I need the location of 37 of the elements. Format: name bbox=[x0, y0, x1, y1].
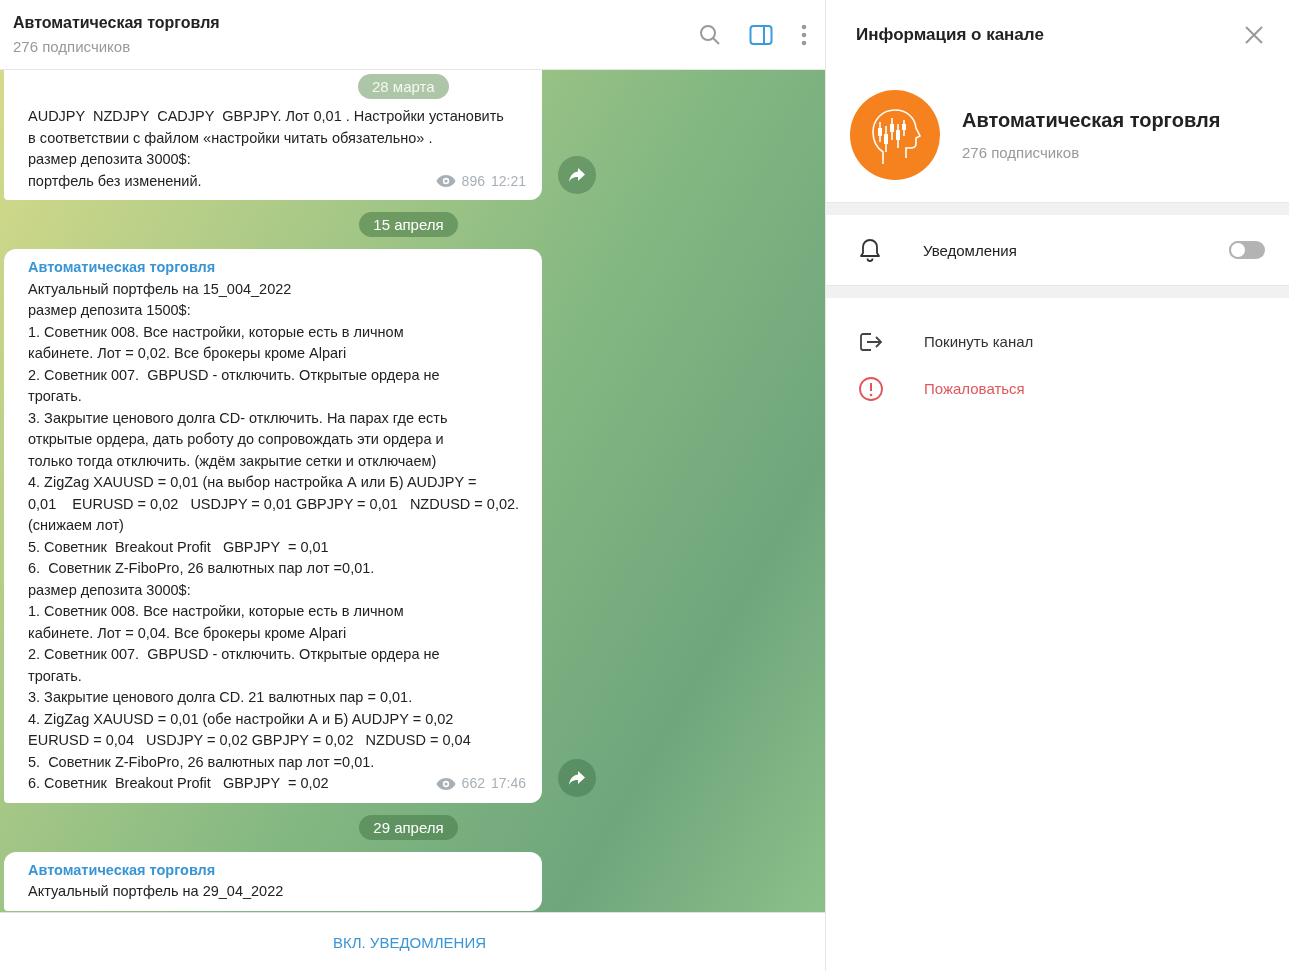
message-text: AUDJPY NZDJPY CADJPY GBPJPY. Лот 0,01 . Настройки установить в соответствии с файлом «настройки читать обязательно» . размер депозита 3000$: bbox=[28, 107, 505, 169]
eye-icon bbox=[435, 776, 456, 791]
sidebar-panel-icon bbox=[749, 23, 773, 46]
forward-arrow-icon bbox=[568, 167, 586, 183]
message-author[interactable]: Автоматическая торговля bbox=[28, 257, 526, 279]
date-pill: 29 апреля bbox=[359, 814, 458, 840]
notifications-toggle[interactable] bbox=[1229, 241, 1265, 259]
enable-notifications-button[interactable]: ВКЛ. УВЕДОМЛЕНИЯ bbox=[322, 927, 497, 957]
warning-icon bbox=[858, 375, 884, 402]
view-count: 662 bbox=[461, 774, 485, 793]
eye-icon bbox=[435, 174, 456, 189]
leave-channel-button[interactable]: Покинуть канал bbox=[826, 318, 1289, 365]
channel-title: Автоматическая торговля bbox=[13, 14, 221, 32]
message-text: Актуальный портфель на 15_004_2022 размер депозита 1500$: 1. Советник 008. Все настройки, которые есть в личном кабинете. Лот = 0,02. Все брокеры кроме Alpari 2. Советник 007. GBPUSD - отключить. Открытые ордера не трогать. 3. Закрытие ценового долга CD- отключить. На парах где есть открытые ордера, дать роботу до сопровождать эти ордера и только тогда отключить. (ждём закрытие сетки и отключаем) 4. ZigZag XAUUSD = 0,01 (на выбор настройка А или Б) AUDJPY = 0,01 EURUSD = 0,02 USDJPY = 0,01 GBPJPY = 0,01 NZDUSD = 0,02. (снижаем лот) 5. Советник Breakout Profit GBPJPY = 0,01 6. Советник Z-FiboPro, 26 валютных пар лот =0,01. размер депозита 3000$: 1. Советник 008. Все настройки, которые есть в личном кабинете. Лот = 0,04. Все брокеры кроме Alpari 2. Советник 007. GBPUSD - отключить. Открытые ордера не трогать. 3. Закрытие ценового долга CD. 21 валютных пар = 0,01. 4. ZigZag XAUUSD = 0,01 (обе настройки А и Б) AUDJPY = 0,02 EURUSD = 0,04 USDJPY = 0,02 GBPJPY = 0,02 NZDUSD = 0,04 5. Советник Z-FiboPro, 26 валютных пар лот =0,01. bbox=[28, 279, 521, 772]
message-author[interactable]: Автоматическая торговля bbox=[28, 859, 526, 881]
message-text: Актуальный портфель на 29_04_2022 bbox=[28, 882, 285, 901]
message-text: 6. Советник Breakout Profit GBPJPY = 0,02 bbox=[28, 774, 329, 793]
date-pill: 28 марта bbox=[358, 74, 449, 99]
message-time: 17:46 bbox=[490, 774, 526, 793]
subscriber-count: 276 подписчиков bbox=[962, 144, 1081, 161]
date-pill: 15 апреля bbox=[359, 212, 458, 237]
channel-name: Автоматическая торговля bbox=[962, 109, 1221, 132]
forward-button[interactable] bbox=[558, 156, 596, 194]
notifications-label: Уведомления bbox=[923, 241, 1018, 259]
exit-icon bbox=[858, 330, 884, 353]
message-time: 12:21 bbox=[490, 171, 526, 191]
forward-button[interactable] bbox=[558, 758, 596, 797]
message-text: портфель без изменений. bbox=[28, 171, 202, 191]
bell-icon bbox=[859, 238, 881, 262]
report-button[interactable]: Пожаловаться bbox=[826, 365, 1289, 412]
forward-arrow-icon bbox=[568, 769, 586, 786]
subscriber-count: 276 подписчиков bbox=[13, 38, 132, 55]
close-icon bbox=[1245, 26, 1263, 44]
panel-title: Информация о канале bbox=[856, 25, 1045, 45]
more-icon bbox=[801, 23, 807, 46]
view-count: 896 bbox=[461, 171, 485, 191]
search-icon bbox=[699, 23, 721, 46]
